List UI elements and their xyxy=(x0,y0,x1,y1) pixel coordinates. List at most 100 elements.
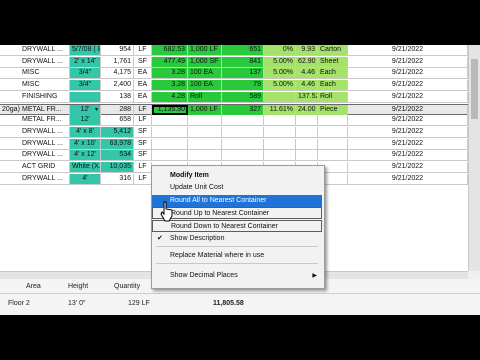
cell-c2[interactable]: 138 xyxy=(101,91,134,102)
cell-c4[interactable] xyxy=(152,115,188,126)
cell-c0[interactable]: DRYWALL ... xyxy=(20,126,70,137)
cell-c10[interactable]: 9/21/2022 xyxy=(348,91,468,102)
cell-c10[interactable]: 9/21/2022 xyxy=(348,162,468,172)
cell-c8[interactable] xyxy=(296,150,318,161)
cell-c5[interactable]: 1,000 SF xyxy=(188,56,222,67)
cell-c1[interactable]: 5/7/08 ( 8' ) xyxy=(70,45,101,55)
cell-c5[interactable] xyxy=(188,126,222,137)
cell-c8[interactable]: 62.90 xyxy=(296,56,318,67)
cell-c1[interactable]: 2' x 14' xyxy=(70,56,101,67)
cell-c8[interactable]: 137.52 xyxy=(296,91,318,102)
vertical-scrollbar[interactable] xyxy=(468,45,480,271)
cell-c3[interactable]: LF xyxy=(134,173,152,184)
cell-c7[interactable]: 0% xyxy=(264,45,296,55)
cell-c0[interactable]: MISC xyxy=(20,80,70,91)
table-row[interactable]: DRYWALL ... 2' x 14' 1,761 SF 477.49 1,000 SF… xyxy=(0,56,468,68)
table-row[interactable]: 20ga) METAL FR... 12' ▾ 288 LF 1,135.90 1,000 L… xyxy=(0,103,468,115)
cell-c6[interactable]: 589 xyxy=(222,91,264,102)
cell-c3[interactable]: LF xyxy=(134,115,152,126)
cell-c7[interactable] xyxy=(264,126,296,137)
cell-c1[interactable]: 12' ▾ xyxy=(70,104,101,115)
table-row[interactable]: MISC 3/4" 2,400 EA 3.28 100 EA 79 5.00% 4.46 Each… xyxy=(0,80,468,92)
table-row[interactable]: FINISHING 138 EA 4.28 Roll 589 137.52 Roll 9/21/… xyxy=(0,91,468,103)
cell-c9[interactable] xyxy=(318,150,348,161)
cell-c9[interactable] xyxy=(318,126,348,137)
cell-c0[interactable]: METAL FR... xyxy=(20,104,70,115)
cell-c9[interactable]: Roll xyxy=(318,91,348,102)
cell-c9[interactable]: Carton xyxy=(318,45,348,55)
table-row[interactable]: DRYWALL ...5/7/08 ( 8' )954LF682.531,000… xyxy=(0,45,468,56)
cell-c5[interactable]: 1,000 LF xyxy=(188,104,222,115)
cell-c10[interactable]: 9/21/2022 xyxy=(348,104,468,115)
cell-c10[interactable]: 9/21/2022 xyxy=(348,56,468,67)
cell-c10[interactable]: 9/21/2022 xyxy=(348,150,468,161)
cell-c6[interactable]: 79 xyxy=(222,80,264,91)
cell-c8[interactable]: 4.46 xyxy=(296,80,318,91)
cell-c6[interactable] xyxy=(222,115,264,126)
cell-c3[interactable]: EA xyxy=(134,68,152,79)
menu-item-round-all-to-nearest-container[interactable]: Round All to Nearest Container xyxy=(152,195,322,207)
cell-c6[interactable]: 137 xyxy=(222,68,264,79)
cell-c7[interactable]: 5.00% xyxy=(264,68,296,79)
cell-c9[interactable] xyxy=(318,138,348,149)
cell-c1[interactable]: 4' x 10' xyxy=(70,138,101,149)
cell-c3[interactable]: EA xyxy=(134,91,152,102)
cell-c2[interactable]: 4,175 xyxy=(101,68,134,79)
cell-c4[interactable]: 3.28 xyxy=(152,68,188,79)
menu-item-replace-material-where-in-use[interactable]: Replace Material where in use xyxy=(152,250,322,262)
cell-c3[interactable]: LF xyxy=(134,104,152,115)
cell-c7[interactable]: 5.00% xyxy=(264,56,296,67)
cell-c3[interactable]: SF xyxy=(134,126,152,137)
cell-c10[interactable]: 9/21/2022 xyxy=(348,45,468,55)
cell-c2[interactable]: 5,412 xyxy=(101,126,134,137)
cell-c7[interactable] xyxy=(264,91,296,102)
menu-item-round-down-to-nearest-container[interactable]: Round Down to Nearest Container xyxy=(152,220,322,232)
cell-c5[interactable] xyxy=(188,150,222,161)
cell-c0[interactable]: DRYWALL ... xyxy=(20,150,70,161)
cell-c0[interactable]: METAL FR... xyxy=(20,115,70,126)
table-row[interactable]: DRYWALL ... 4' x 10' 63,978 SF 9/21/2022 xyxy=(0,138,468,150)
cell-c0[interactable]: DRYWALL ... xyxy=(20,45,70,55)
menu-item-update-unit-cost[interactable]: Update Unit Cost xyxy=(152,182,322,194)
cell-c1[interactable]: 4' x 12' xyxy=(70,150,101,161)
cell-c7[interactable]: 5.00% xyxy=(264,80,296,91)
cell-c2[interactable]: 1,761 xyxy=(101,56,134,67)
cell-c1[interactable]: 3/4" xyxy=(70,80,101,91)
cell-c0[interactable]: FINISHING xyxy=(20,91,70,102)
cell-c4[interactable]: 682.53 xyxy=(152,45,188,55)
cell-c5[interactable] xyxy=(188,138,222,149)
cell-c6[interactable]: 841 xyxy=(222,56,264,67)
cell-c10[interactable]: 9/21/2022 xyxy=(348,115,468,126)
cell-c7[interactable] xyxy=(264,138,296,149)
cell-c1[interactable]: 4' xyxy=(70,173,101,184)
menu-item-show-description[interactable]: Show Description ✔ xyxy=(152,233,322,245)
cell-c2[interactable]: 10,035 xyxy=(101,162,134,172)
cell-c10[interactable]: 9/21/2022 xyxy=(348,80,468,91)
cell-c6[interactable]: 651 xyxy=(222,45,264,55)
menu-item-round-up-to-nearest-container[interactable]: Round Up to Nearest Container xyxy=(152,207,322,219)
cell-c8[interactable] xyxy=(296,126,318,137)
table-row[interactable]: MISC 3/4" 4,175 EA 3.28 100 EA 137 5.00% 4.46 Eac… xyxy=(0,68,468,80)
cell-c3[interactable]: LF xyxy=(134,162,152,172)
cell-c0[interactable]: MISC xyxy=(20,68,70,79)
cell-c5[interactable]: 1,000 LF xyxy=(188,45,222,55)
cell-c2[interactable]: 316 xyxy=(101,173,134,184)
cell-c1[interactable]: 12' xyxy=(70,115,101,126)
cell-c2[interactable]: 288 xyxy=(101,104,134,115)
cell-c1[interactable]: 3/4" xyxy=(70,68,101,79)
cell-c10[interactable]: 9/21/2022 xyxy=(348,138,468,149)
scroll-thumb[interactable] xyxy=(471,59,478,119)
cell-c5[interactable]: Roll xyxy=(188,91,222,102)
cell-c4[interactable]: 4.28 xyxy=(152,91,188,102)
cell-c6[interactable] xyxy=(222,138,264,149)
cell-c8[interactable]: 4.46 xyxy=(296,68,318,79)
cell-c10[interactable]: 9/21/2022 xyxy=(348,68,468,79)
cell-c0[interactable]: DRYWALL ... xyxy=(20,173,70,184)
cell-c9[interactable]: Each xyxy=(318,80,348,91)
cell-c8[interactable] xyxy=(296,138,318,149)
cell-c3[interactable]: SF xyxy=(134,138,152,149)
cell-c0[interactable]: ACT GRID xyxy=(20,162,70,172)
cell-c3[interactable]: SF xyxy=(134,56,152,67)
cell-c0[interactable]: DRYWALL ... xyxy=(20,56,70,67)
cell-c8[interactable]: 24.00 xyxy=(296,104,318,115)
